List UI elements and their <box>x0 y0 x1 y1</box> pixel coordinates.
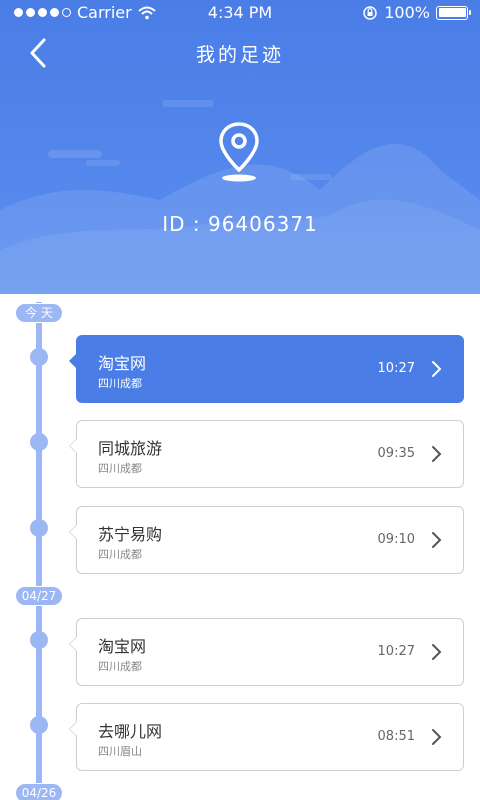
site-name: 淘宝网 <box>98 637 147 656</box>
user-id: ID : 96406371 <box>162 212 318 236</box>
timeline-node <box>30 631 48 649</box>
battery-icon <box>436 5 471 20</box>
header: Carrier 4:34 PM 100% 我的足迹 ID : 96406371 <box>0 0 480 294</box>
visit-time: 10:27 <box>377 361 415 376</box>
footprint-card-suning[interactable]: 苏宁易购 四川成都 09:10 <box>69 506 464 574</box>
location-pin-icon <box>219 122 259 182</box>
date-badge-today: 今 天 <box>15 303 63 323</box>
site-name: 苏宁易购 <box>98 525 163 544</box>
site-location: 四川成都 <box>98 660 142 673</box>
chevron-right-icon <box>432 446 442 462</box>
page-title: 我的足迹 <box>195 44 284 66</box>
visit-time: 10:27 <box>377 644 415 659</box>
site-location: 四川成都 <box>98 377 142 390</box>
footprint-card-taobao-2[interactable]: 淘宝网 四川成都 10:27 <box>69 618 464 686</box>
status-bar: Carrier 4:34 PM 100% <box>0 0 480 26</box>
chevron-right-icon <box>432 644 442 660</box>
footprint-card-taobao[interactable]: 淘宝网 四川成都 10:27 <box>69 335 464 403</box>
site-name: 同城旅游 <box>98 439 163 458</box>
battery-percent: 100% <box>384 3 430 22</box>
site-location: 四川成都 <box>98 462 142 475</box>
date-badge-0426: 04/26 <box>15 783 63 800</box>
timeline-node <box>30 348 48 366</box>
visit-time: 09:35 <box>377 446 415 461</box>
site-name: 去哪儿网 <box>98 722 163 741</box>
timeline-node <box>30 716 48 734</box>
site-location: 四川成都 <box>98 548 142 561</box>
site-name: 淘宝网 <box>98 354 147 373</box>
visit-time: 08:51 <box>377 729 415 744</box>
chevron-right-icon <box>432 729 442 745</box>
timeline-node <box>30 519 48 537</box>
orientation-lock-icon <box>363 5 377 20</box>
site-location: 四川眉山 <box>98 745 142 758</box>
footprint-card-tongcheng[interactable]: 同城旅游 四川成都 09:35 <box>69 420 464 488</box>
date-badge-0427: 04/27 <box>15 586 63 606</box>
chevron-right-icon <box>432 532 442 548</box>
chevron-right-icon <box>432 361 442 377</box>
visit-time: 09:10 <box>377 532 415 547</box>
timeline-node <box>30 433 48 451</box>
footprint-card-qunar[interactable]: 去哪儿网 四川眉山 08:51 <box>69 703 464 771</box>
